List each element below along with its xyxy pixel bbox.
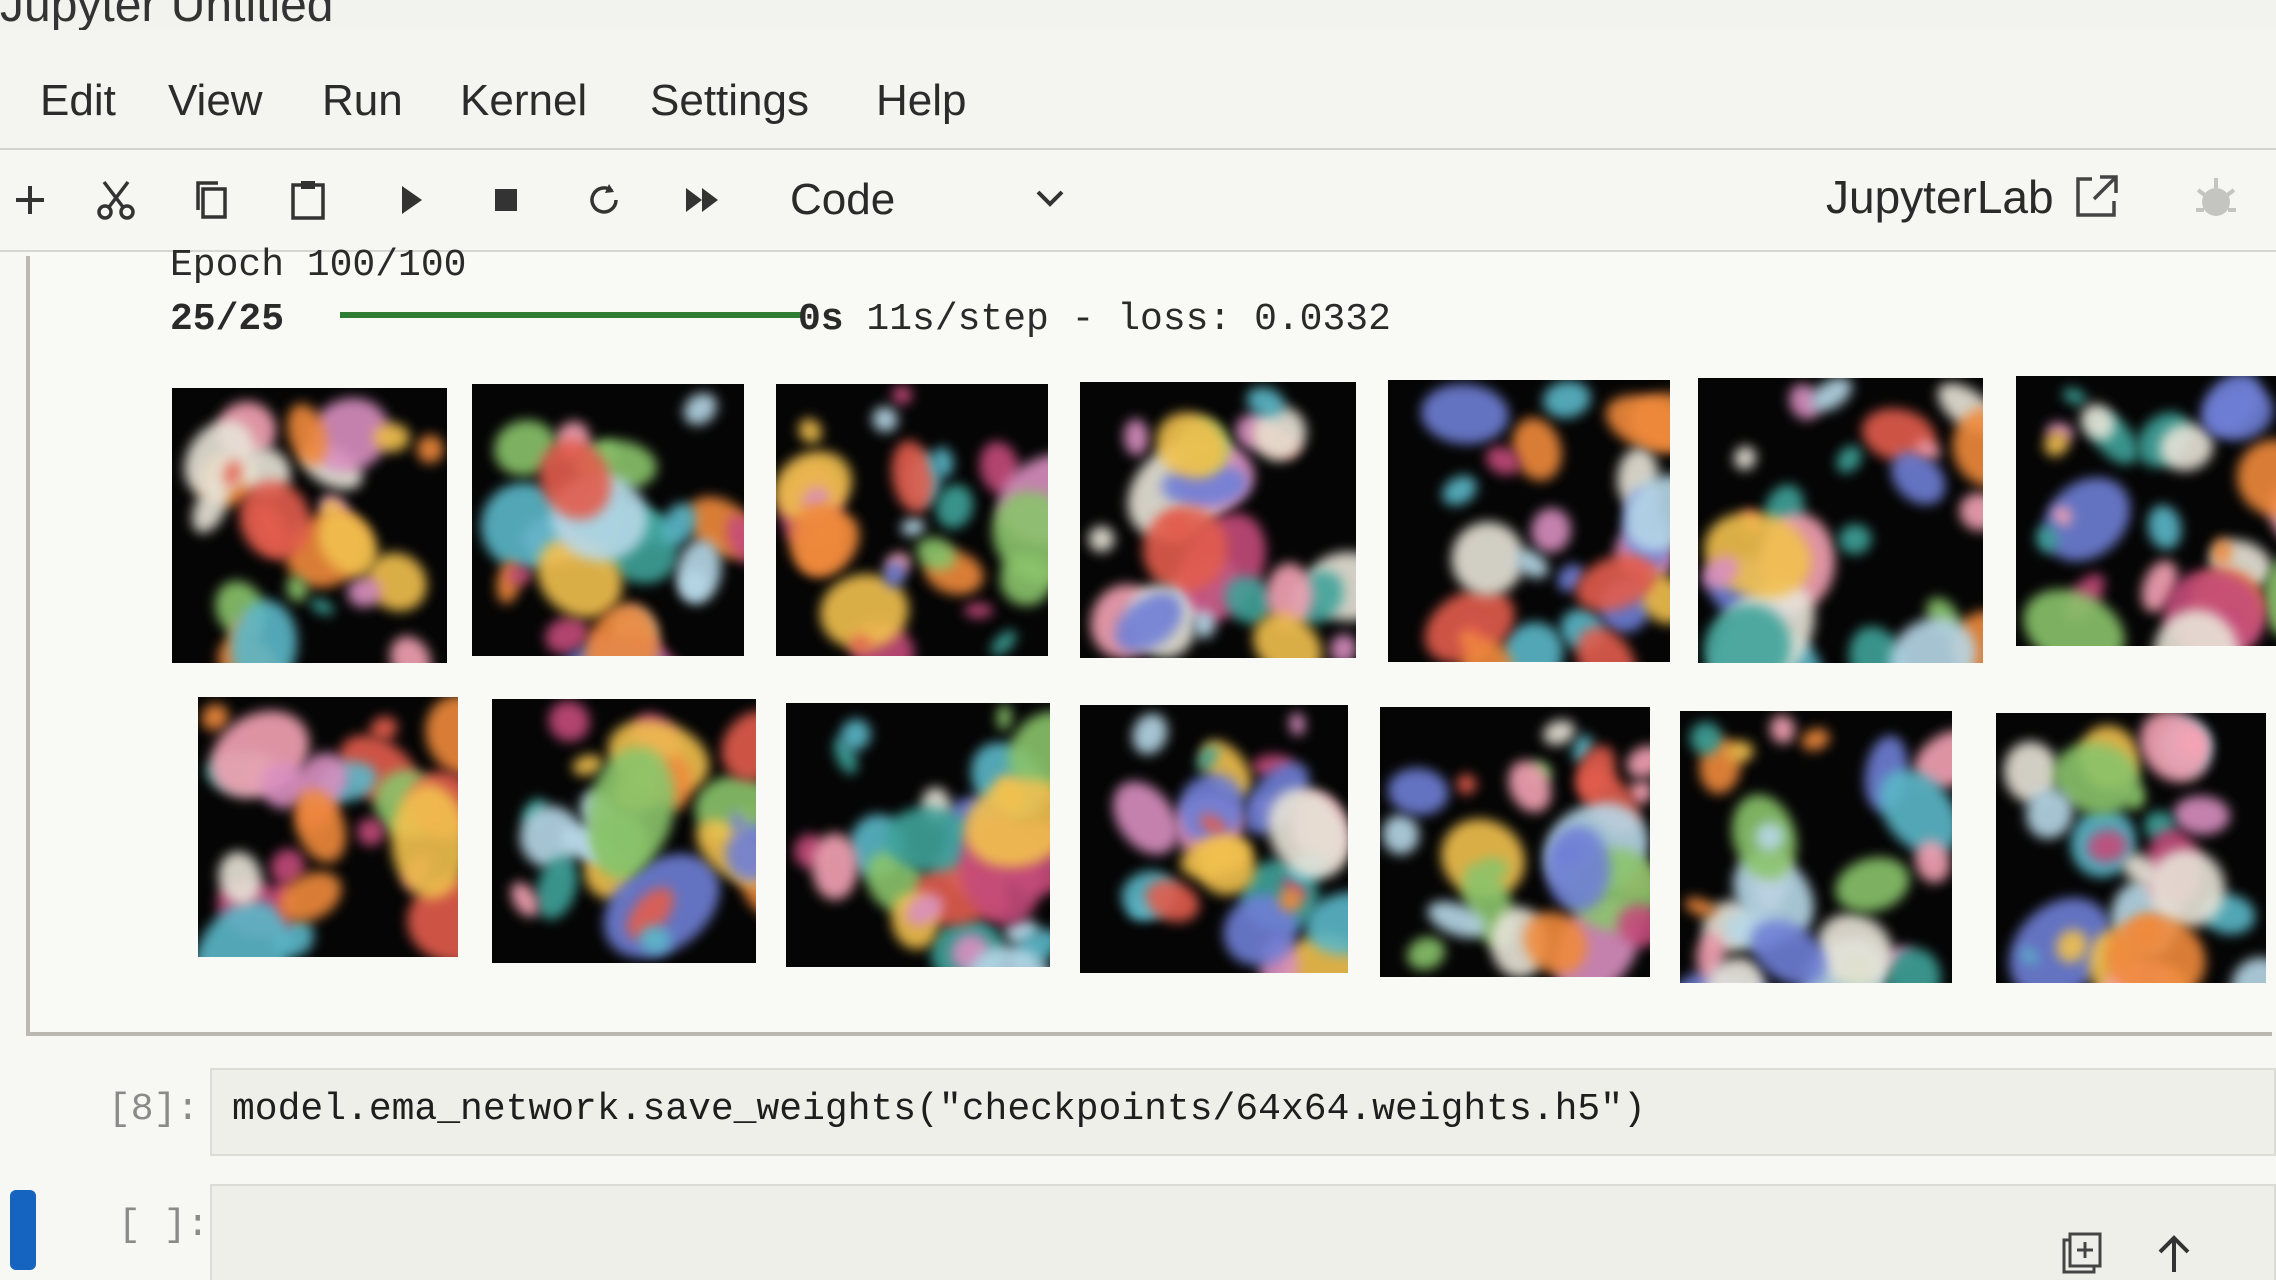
code-cell-empty[interactable]: [ ]: xyxy=(0,1182,2276,1280)
generated-image xyxy=(492,699,756,963)
generated-images-row-1 xyxy=(30,376,2276,663)
notebook-panel: Epoch 100/100 25/25 0s 11s/step - loss: … xyxy=(0,244,2276,1280)
stop-icon[interactable] xyxy=(476,172,536,228)
generated-image xyxy=(2016,376,2276,646)
generated-image xyxy=(1080,382,1356,658)
generated-image xyxy=(1698,378,1983,663)
cell-toolbar xyxy=(2056,1228,2200,1280)
generated-image xyxy=(198,697,458,957)
code-editor[interactable] xyxy=(210,1184,2276,1280)
progress-bar-fill xyxy=(340,312,805,318)
jupyterlab-label: JupyterLab xyxy=(1826,171,2054,223)
notebook-toolbar: Code JupyterLab xyxy=(0,150,2276,252)
cell-output: Epoch 100/100 25/25 0s 11s/step - loss: … xyxy=(30,244,2276,1032)
generated-image xyxy=(776,384,1048,656)
cell-prompt: [8]: xyxy=(108,1088,200,1131)
cell-type-select[interactable]: Code xyxy=(790,168,1080,232)
generated-image xyxy=(472,384,744,656)
menu-bar: Edit View Run Kernel Settings Help xyxy=(0,30,2276,150)
generated-image xyxy=(1080,705,1348,973)
menu-settings[interactable]: Settings xyxy=(650,76,809,126)
progress-time: 0s xyxy=(798,298,844,341)
open-in-jupyterlab-link[interactable]: JupyterLab xyxy=(1826,162,2122,232)
copy-icon[interactable] xyxy=(182,172,242,228)
bug-icon[interactable] xyxy=(2186,170,2246,230)
play-icon[interactable] xyxy=(380,172,440,228)
progress-step-loss: 11s/step - loss: 0.0332 xyxy=(843,298,1391,341)
menu-kernel[interactable]: Kernel xyxy=(460,76,587,126)
generated-image xyxy=(1996,713,2266,983)
menu-edit[interactable]: Edit xyxy=(40,76,116,126)
menu-view[interactable]: View xyxy=(168,76,263,126)
title-bar: Jupyter Untitled xyxy=(0,0,2276,32)
generated-images-row-2 xyxy=(30,697,2276,983)
restart-icon[interactable] xyxy=(574,172,634,228)
epoch-text: Epoch 100/100 xyxy=(170,244,467,287)
external-link-icon xyxy=(2075,175,2118,217)
chevron-down-icon xyxy=(1036,190,1064,207)
paste-icon[interactable] xyxy=(278,172,338,228)
menu-help[interactable]: Help xyxy=(876,76,967,126)
cell-prompt: [ ]: xyxy=(118,1204,210,1247)
progress-count: 25/25 xyxy=(170,298,285,341)
move-up-icon[interactable] xyxy=(2148,1228,2200,1280)
code-editor[interactable]: model.ema_network.save_weights("checkpoi… xyxy=(210,1068,2276,1156)
progress-stats: 0s 11s/step - loss: 0.0332 xyxy=(798,298,1391,341)
active-cell-indicator xyxy=(10,1190,36,1270)
scissors-icon[interactable] xyxy=(86,172,146,228)
progress-bar xyxy=(340,312,805,318)
duplicate-cell-icon[interactable] xyxy=(2056,1228,2108,1280)
code-cell-8[interactable]: [8]: model.ema_network.save_weights("che… xyxy=(0,1060,2276,1170)
fast-forward-icon[interactable] xyxy=(672,172,732,228)
cell-type-value: Code xyxy=(790,175,896,224)
plus-icon[interactable] xyxy=(0,172,60,228)
generated-image xyxy=(786,703,1050,967)
window-title: Jupyter Untitled xyxy=(0,0,334,32)
menu-run[interactable]: Run xyxy=(322,76,403,126)
generated-image xyxy=(1380,707,1650,977)
generated-image xyxy=(172,388,447,663)
generated-image xyxy=(1388,380,1670,662)
code-text: model.ema_network.save_weights("checkpoi… xyxy=(232,1088,1646,1131)
generated-image xyxy=(1680,711,1952,983)
